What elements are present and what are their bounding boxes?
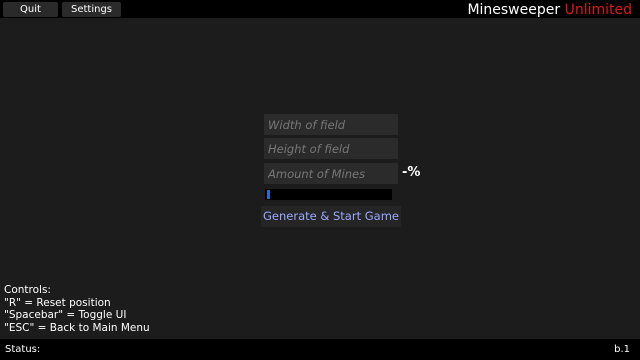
controls-line-main-menu: "ESC" = Back to Main Menu — [4, 321, 150, 334]
controls-line-toggle-ui: "Spacebar" = Toggle UI — [4, 309, 127, 321]
top-bar: Quit Settings Minesweeper Unlimited — [0, 0, 640, 18]
controls-heading: Controls: — [4, 284, 51, 296]
status-label: Status: — [5, 343, 40, 356]
controls-line-reset: "R" = Reset position — [4, 296, 111, 309]
status-label-text: Status: — [5, 344, 41, 355]
app-title-main: Minesweeper — [467, 2, 561, 18]
status-bar: Status: b.1 — [0, 339, 640, 360]
app-title: Minesweeper Unlimited — [467, 0, 632, 18]
progress-bar — [265, 189, 392, 200]
generate-start-game-button[interactable]: Generate & Start Game — [261, 206, 401, 227]
amount-of-mines-input[interactable] — [264, 163, 398, 184]
progress-bar-fill — [267, 190, 270, 199]
settings-button[interactable]: Settings — [62, 2, 121, 17]
build-version: b.1 — [614, 344, 630, 355]
mines-percent-label: -% — [402, 165, 421, 180]
app-title-accent: Unlimited — [564, 2, 632, 18]
controls-help: Controls: "R" = Reset position "Spacebar" … — [4, 284, 150, 334]
height-of-field-input[interactable] — [264, 138, 398, 159]
width-of-field-input[interactable] — [264, 114, 398, 135]
quit-button[interactable]: Quit — [3, 2, 58, 17]
